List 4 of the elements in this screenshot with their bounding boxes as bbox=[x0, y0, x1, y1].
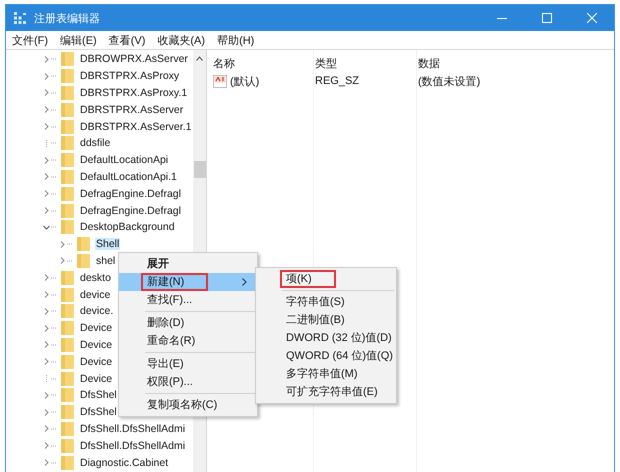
window-title: 注册表编辑器 bbox=[34, 12, 100, 26]
table-cell-text: (默认) bbox=[230, 74, 260, 88]
table-cell-text: (数值未设置) bbox=[418, 74, 480, 88]
table-cell-text: REG_SZ bbox=[315, 75, 360, 87]
